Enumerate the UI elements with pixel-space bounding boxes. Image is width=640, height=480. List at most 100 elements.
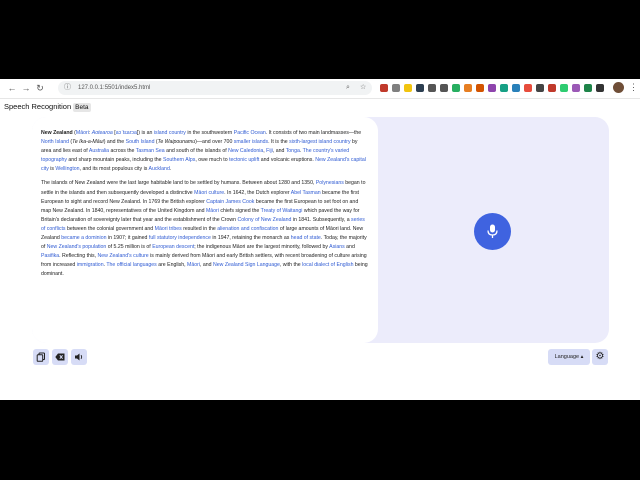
transcript-link[interactable]: Pacific Ocean (234, 130, 266, 136)
transcript-link[interactable]: Asians (329, 244, 345, 250)
transcript-text: , with the (279, 262, 303, 269)
transcript-card[interactable]: New Zealand (Māori: Aotearoa [aɔˈtɛaɾɔa]… (32, 117, 378, 343)
settings-button[interactable]: ⚙ (592, 349, 608, 365)
extension-icon[interactable] (512, 84, 520, 92)
back-icon[interactable]: ← (6, 82, 18, 94)
transcript-text: . It consists of two main landmasses—the (265, 130, 362, 136)
browser-menu-icon[interactable]: ⋮ (629, 81, 638, 93)
transcript-link[interactable]: New Caledonia (228, 148, 263, 154)
transcript-link[interactable]: Pasifika (41, 253, 59, 259)
transcript-link[interactable]: Māori tribes (155, 226, 182, 232)
extension-icon[interactable] (380, 84, 388, 92)
extension-icon[interactable] (524, 84, 532, 92)
extension-icon[interactable] (536, 84, 544, 92)
extension-icon[interactable] (440, 84, 448, 92)
bookmark-star-icon[interactable]: ☆ (360, 81, 366, 95)
transcript-link[interactable]: smaller islands (234, 139, 268, 145)
transcript-link[interactable]: aɔˈtɛaɾɔa (116, 130, 137, 136)
language-button[interactable]: Language ▴ (548, 349, 590, 365)
extension-icon[interactable] (596, 84, 604, 92)
transcript-link[interactable]: Fiji (266, 148, 273, 154)
extension-icon[interactable] (416, 84, 424, 92)
transcript-link[interactable]: Treaty of Waitangi (261, 208, 303, 214)
transcript-link[interactable]: Aotearoa (92, 130, 113, 136)
extension-icon[interactable] (560, 84, 568, 92)
transcript-paragraph: The islands of New Zealand were the last… (41, 179, 368, 279)
extension-icon[interactable] (464, 84, 472, 92)
zoom-icon[interactable]: ⌕ (346, 81, 350, 95)
transcript-link[interactable]: full statutory independence (149, 235, 211, 241)
transcript-link[interactable]: head of state (291, 235, 321, 241)
extension-icon[interactable] (476, 84, 484, 92)
address-bar[interactable]: ⓘ 127.0.0.1:5501/index5.html ⌕ ☆ (58, 81, 372, 95)
transcript-link[interactable]: became a dominion (61, 235, 106, 241)
transcript-link[interactable]: Auckland (148, 166, 169, 172)
transcript-link[interactable]: Māori culture (194, 190, 224, 196)
transcript-link[interactable]: Australia (89, 148, 109, 154)
transcript-text: between the colonial government and (65, 225, 155, 232)
transcript-link[interactable]: Tasman Sea (136, 148, 165, 154)
transcript-text: across the (109, 148, 136, 155)
transcript-text: in 1947, retaining the monarch as (210, 235, 291, 242)
transcript-link[interactable]: Māori (76, 130, 89, 136)
transcript-link[interactable]: island country (154, 130, 186, 136)
copy-button[interactable] (33, 349, 49, 365)
speak-button[interactable] (71, 349, 87, 365)
transcript-text: , and (200, 262, 213, 269)
transcript-text: New Zealand (41, 130, 73, 136)
transcript-link[interactable]: European descent (152, 244, 194, 250)
clear-button[interactable] (52, 349, 68, 365)
profile-avatar[interactable] (613, 82, 624, 93)
transcript-text: , owe much to (195, 157, 230, 164)
transcript-link[interactable]: New Zealand's population (47, 244, 107, 250)
transcript-link[interactable]: Māori (187, 262, 200, 268)
transcript-link[interactable]: South Island (126, 139, 155, 145)
gear-icon: ⚙ (595, 351, 605, 362)
transcript-link[interactable]: Southern Alps (163, 157, 195, 163)
transcript-link[interactable]: New Zealand Sign Language (213, 262, 280, 268)
transcript-text: The islands of New Zealand were the last… (41, 180, 316, 187)
backspace-icon (55, 353, 65, 361)
chevron-up-icon: ▴ (580, 354, 584, 360)
extension-icon[interactable] (404, 84, 412, 92)
transcript-link[interactable]: tectonic uplift (229, 157, 259, 163)
extension-icon[interactable] (500, 84, 508, 92)
extension-icon[interactable] (548, 84, 556, 92)
extension-icon[interactable] (428, 84, 436, 92)
extension-icon[interactable] (488, 84, 496, 92)
beta-badge: Beta (73, 103, 91, 112)
extension-icon[interactable] (572, 84, 580, 92)
transcript-link[interactable]: Polynesians (316, 180, 344, 186)
extension-icon[interactable] (392, 84, 400, 92)
transcript-link[interactable]: Māori (206, 208, 219, 214)
transcript-link[interactable]: Captain James Cook (206, 199, 254, 205)
transcript-link[interactable]: New Zealand's culture (98, 253, 149, 259)
transcript-link[interactable]: Tonga (286, 148, 300, 154)
transcript-text: . Reflecting this, (59, 253, 98, 260)
transcript-link[interactable]: sixth-largest island country (289, 139, 350, 145)
transcript-paragraph: New Zealand (Māori: Aotearoa [aɔˈtɛaɾɔa]… (41, 129, 368, 174)
transcript-text: . In 1642, the Dutch explorer (224, 189, 291, 196)
site-info-icon[interactable]: ⓘ (64, 81, 71, 95)
transcript-text: and volcanic eruptions. (259, 157, 316, 164)
extension-icon[interactable] (452, 84, 460, 92)
microphone-icon (487, 224, 498, 238)
mic-button[interactable] (474, 213, 511, 250)
transcript-link[interactable]: Abel Tasman (291, 190, 321, 196)
transcript-text: Te Waipounamu (157, 139, 196, 146)
transcript-link[interactable]: local dialect of English (302, 262, 353, 268)
transcript-text: )—and over 700 (195, 139, 234, 146)
transcript-link[interactable]: alienation and confiscation (217, 226, 278, 232)
transcript-text: , and its most populous city is (79, 166, 149, 173)
transcript-text: ]) is an (136, 130, 154, 136)
transcript-text: in the southwestern (185, 130, 234, 136)
browser-toolbar: ← → ↻ ⓘ 127.0.0.1:5501/index5.html ⌕ ☆ ⋮ (0, 79, 640, 99)
transcript-link[interactable]: immigration (77, 262, 104, 268)
transcript-link[interactable]: The official languages (106, 262, 156, 268)
extension-icon[interactable] (584, 84, 592, 92)
transcript-link[interactable]: Colony of New Zealand (238, 217, 292, 223)
forward-icon[interactable]: → (20, 82, 32, 94)
transcript-link[interactable]: Wellington (55, 166, 79, 172)
transcript-link[interactable]: North Island (41, 139, 69, 145)
reload-icon[interactable]: ↻ (34, 82, 46, 94)
